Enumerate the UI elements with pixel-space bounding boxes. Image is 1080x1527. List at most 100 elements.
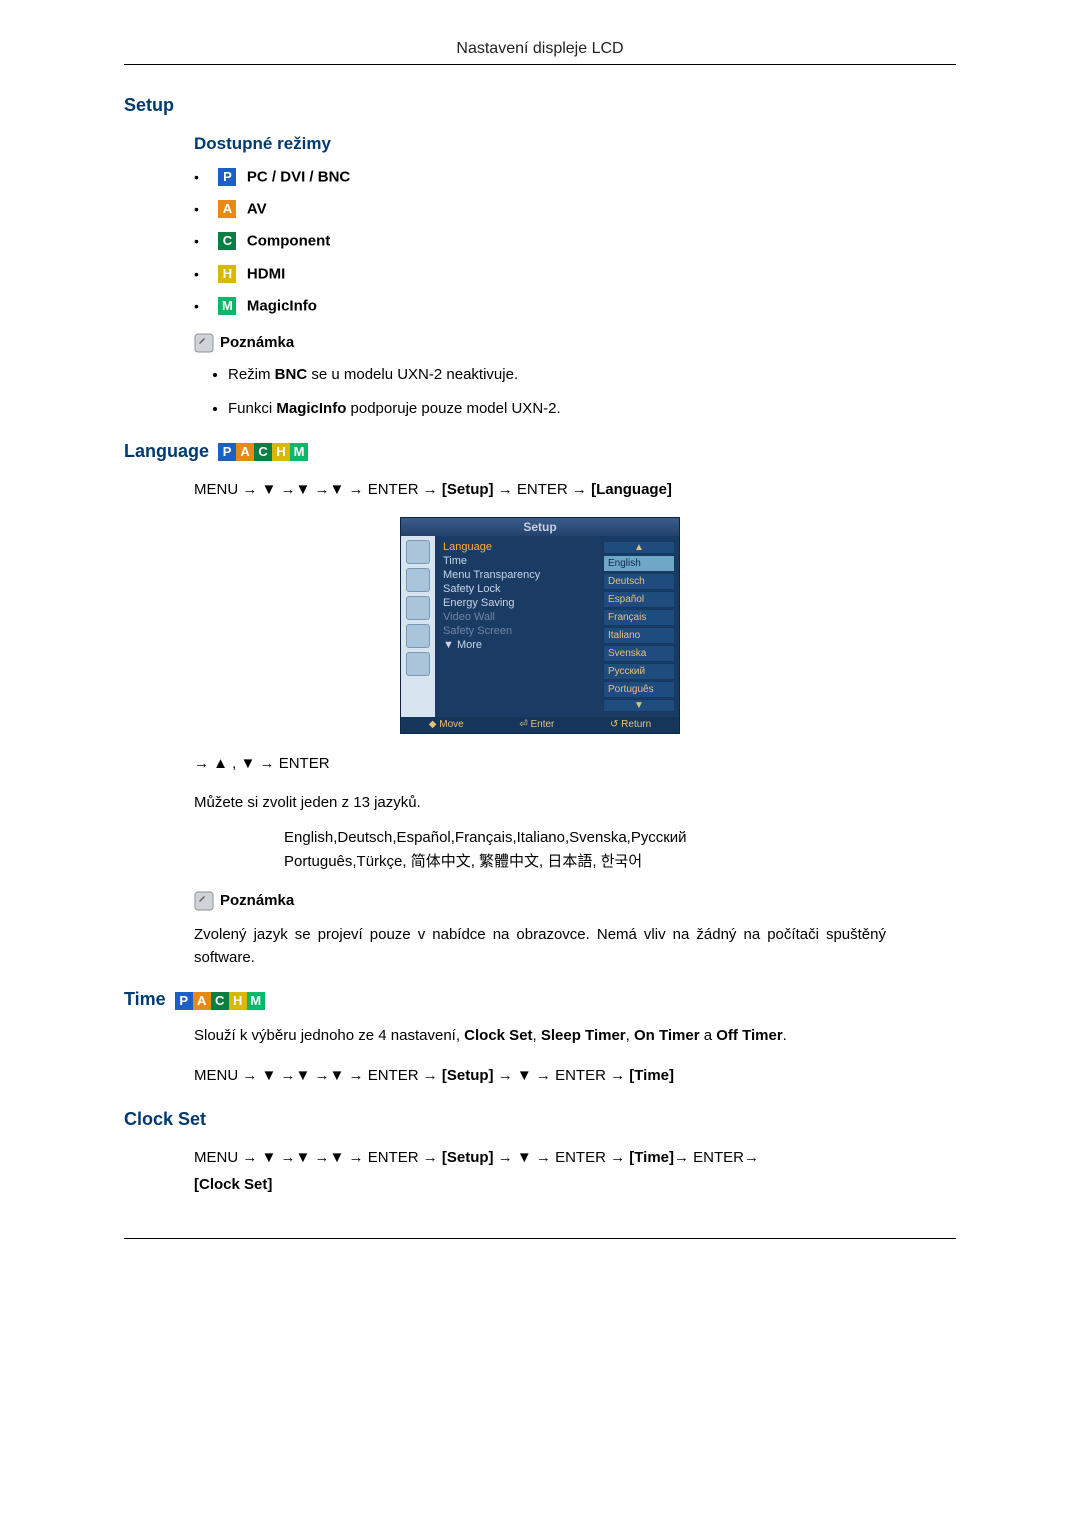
note-list: Režim BNC se u modelu UXN-2 neaktivuje. … bbox=[210, 363, 956, 421]
osd-side-icon bbox=[406, 568, 430, 592]
mode-label: PC / DVI / BNC bbox=[247, 169, 350, 186]
section-clockset-title: Clock Set bbox=[124, 1109, 956, 1130]
badge-h-icon: H bbox=[229, 992, 247, 1010]
nav-text: → ENTER→ bbox=[674, 1149, 759, 1166]
badge-m-icon: M bbox=[218, 297, 236, 315]
osd-menu-item: Language bbox=[443, 540, 593, 554]
osd-scroll-up-icon: ▲ bbox=[603, 541, 675, 554]
mode-label: MagicInfo bbox=[247, 297, 317, 314]
mode-label: HDMI bbox=[247, 265, 285, 282]
section-language-title: Language P A C H M bbox=[124, 441, 956, 462]
time-intro: Slouží k výběru jednoho ze 4 nastavení, … bbox=[194, 1024, 886, 1047]
badge-h-icon: H bbox=[272, 443, 290, 461]
osd-lang-item: Русский bbox=[603, 663, 675, 680]
text: Slouží k výběru jednoho ze 4 nastavení, bbox=[194, 1027, 464, 1044]
badge-c-icon: C bbox=[218, 232, 236, 250]
osd-lang-item: Deutsch bbox=[603, 573, 675, 590]
note-item: Funkci MagicInfo podporuje pouze model U… bbox=[228, 397, 956, 421]
osd-side-icon bbox=[406, 624, 430, 648]
nav-bold: [Setup] bbox=[442, 1067, 494, 1084]
footer-rule bbox=[124, 1238, 956, 1239]
nav-bold: [Time] bbox=[629, 1067, 674, 1084]
language-list: English,Deutsch,Español,Français,Italian… bbox=[284, 826, 956, 873]
mode-badges: P A C H M bbox=[218, 443, 308, 461]
osd-foot-move: ◆ Move bbox=[429, 719, 464, 730]
badge-m-icon: M bbox=[247, 992, 265, 1010]
page-header: Nastavení displeje LCD bbox=[124, 40, 956, 58]
language-note-body: Zvolený jazyk se projeví pouze v nabídce… bbox=[194, 923, 886, 970]
osd-foot-return: ↺ Return bbox=[610, 719, 651, 730]
osd-lang-list: ▲ English Deutsch Español Français Itali… bbox=[599, 536, 679, 717]
nav-bold: [Time] bbox=[629, 1149, 674, 1166]
badge-a-icon: A bbox=[236, 443, 254, 461]
osd-menu-item: Energy Saving bbox=[443, 596, 593, 610]
osd-menu-item: Safety Lock bbox=[443, 582, 593, 596]
note-heading: Poznámka bbox=[194, 333, 956, 353]
badge-a-icon: A bbox=[193, 992, 211, 1010]
nav-bold: [Clock Set] bbox=[194, 1176, 272, 1193]
osd-lang-item: Svenska bbox=[603, 645, 675, 662]
osd-menu-item: Video Wall bbox=[443, 610, 593, 624]
osd-scroll-down-icon: ▼ bbox=[603, 699, 675, 712]
text-bold: On Timer bbox=[634, 1027, 700, 1044]
text: Režim bbox=[228, 366, 275, 383]
text: se u modelu UXN-2 neaktivuje. bbox=[307, 366, 518, 383]
text: , bbox=[626, 1027, 634, 1044]
note-icon bbox=[194, 891, 214, 911]
nav-text: → ENTER → bbox=[494, 481, 592, 498]
header-rule bbox=[124, 64, 956, 65]
note-label: Poznámka bbox=[220, 892, 294, 909]
mode-item-av: A AV bbox=[194, 200, 956, 218]
section-time-title: Time P A C H M bbox=[124, 989, 956, 1010]
osd-menu-item: Safety Screen bbox=[443, 624, 593, 638]
osd-menu: Language Time Menu Transparency Safety L… bbox=[435, 536, 599, 717]
osd-menu-item: Menu Transparency bbox=[443, 568, 593, 582]
heading-text: Time bbox=[124, 989, 166, 1009]
osd-lang-item: Français bbox=[603, 609, 675, 626]
osd-side-icon bbox=[406, 652, 430, 676]
mode-item-hdmi: H HDMI bbox=[194, 265, 956, 283]
badge-a-icon: A bbox=[218, 200, 236, 218]
nav-text: MENU → ▼ →▼ →▼ → ENTER → bbox=[194, 1149, 442, 1166]
badge-p-icon: P bbox=[175, 992, 193, 1010]
nav-text: MENU → ▼ →▼ →▼ → ENTER → bbox=[194, 1067, 442, 1084]
osd-side-icon bbox=[406, 540, 430, 564]
badge-c-icon: C bbox=[211, 992, 229, 1010]
nav-bold: [Language] bbox=[591, 481, 672, 498]
text-bold: BNC bbox=[275, 366, 308, 383]
mode-item-magicinfo: M MagicInfo bbox=[194, 297, 956, 315]
text-bold: Sleep Timer bbox=[541, 1027, 626, 1044]
section-modes-title: Dostupné režimy bbox=[194, 134, 956, 154]
lang-line: Português,Türkçe, 简体中文, 繁體中文, 日本語, 한국어 bbox=[284, 850, 956, 873]
nav-path-clockset: MENU → ▼ →▼ →▼ → ENTER → [Setup] → ▼ → E… bbox=[194, 1144, 956, 1198]
osd-lang-item: Español bbox=[603, 591, 675, 608]
osd-footer: ◆ Move ⏎ Enter ↺ Return bbox=[401, 717, 679, 733]
note-icon bbox=[194, 333, 214, 353]
heading-text: Language bbox=[124, 441, 209, 461]
mode-badges: P A C H M bbox=[175, 992, 265, 1010]
text-bold: Clock Set bbox=[464, 1027, 532, 1044]
language-intro: Můžete si zvolit jeden z 13 jazyků. bbox=[194, 791, 886, 814]
osd-title: Setup bbox=[401, 518, 679, 536]
mode-item-pc: P PC / DVI / BNC bbox=[194, 168, 956, 186]
osd-lang-item: English bbox=[603, 555, 675, 572]
text: . bbox=[783, 1027, 787, 1044]
nav-text: MENU → ▼ →▼ →▼ → ENTER → bbox=[194, 481, 442, 498]
note-label: Poznámka bbox=[220, 334, 294, 351]
osd-foot-enter: ⏎ Enter bbox=[519, 719, 554, 730]
badge-p-icon: P bbox=[218, 443, 236, 461]
osd-screenshot: Setup Language Time Menu Transparency Sa… bbox=[400, 517, 680, 734]
osd-menu-item: Time bbox=[443, 554, 593, 568]
badge-c-icon: C bbox=[254, 443, 272, 461]
osd-lang-item: Português bbox=[603, 681, 675, 698]
badge-h-icon: H bbox=[218, 265, 236, 283]
osd-icon-col bbox=[401, 536, 435, 717]
text-bold: MagicInfo bbox=[276, 400, 346, 417]
modes-list: P PC / DVI / BNC A AV C Component H HDMI… bbox=[194, 168, 956, 315]
badge-m-icon: M bbox=[290, 443, 308, 461]
mode-label: AV bbox=[247, 201, 267, 218]
nav-bold: [Setup] bbox=[442, 481, 494, 498]
nav-path-language-2: → ▲ , ▼ → ENTER bbox=[194, 750, 956, 777]
note-heading: Poznámka bbox=[194, 891, 956, 911]
text: Funkci bbox=[228, 400, 276, 417]
